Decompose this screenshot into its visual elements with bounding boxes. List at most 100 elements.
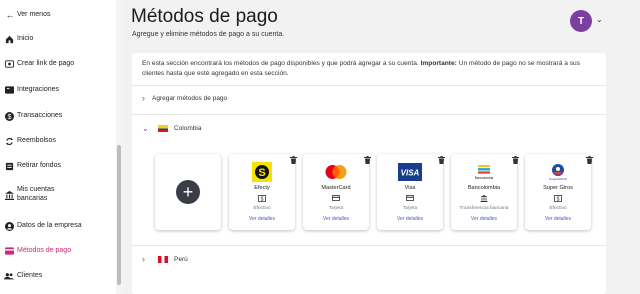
payment-method-name: Efecty <box>254 185 270 191</box>
sidebar-item-label: Inicio <box>17 35 34 42</box>
bank-icon <box>4 190 14 200</box>
chevron-down-icon[interactable]: ⌄ <box>596 15 603 24</box>
payment-method-name: Super Giros <box>543 185 573 191</box>
payment-method-type: Tarjeta <box>402 206 418 211</box>
divider <box>132 245 606 246</box>
plus-icon: + <box>176 180 200 204</box>
sidebar-item-reembolsos[interactable]: Reembolsos <box>0 135 114 147</box>
payment-methods-icon <box>4 246 14 256</box>
payment-method-type: Efectivo <box>253 206 271 211</box>
refunds-icon <box>4 136 14 146</box>
payment-method-name: Bancolombia <box>467 185 501 191</box>
chevron-right-icon: › <box>142 254 145 264</box>
sidebar-scrollbar-thumb[interactable] <box>117 145 121 285</box>
sidebar-item-label: Integraciones <box>17 86 60 93</box>
trash-icon[interactable] <box>363 156 371 165</box>
payment-methods-card: En esta sección encontrará los métodos d… <box>132 53 606 294</box>
payment-method-name: MasterCard <box>321 185 351 191</box>
company-icon <box>4 221 14 231</box>
arrow-left-icon: ← <box>5 10 15 20</box>
peru-flag-icon <box>158 255 168 263</box>
info-text-part1: En esta sección encontrará los métodos d… <box>142 60 421 67</box>
ver-detalles-link[interactable]: Ver detalles <box>303 216 369 222</box>
withdraw-icon <box>4 161 14 171</box>
divider <box>132 85 606 86</box>
sidebar-item-label: Métodos de pago <box>17 247 72 254</box>
sidebar-item-datos-empresa[interactable]: Datos de la empresa <box>0 220 114 232</box>
payment-method-card-visa: VISA Visa Tarjeta Ver detalles <box>377 154 445 230</box>
sidebar-item-mis-cuentas[interactable]: Mis cuentas bancarias <box>0 185 114 205</box>
chevron-right-icon: › <box>142 93 145 103</box>
page-title: Métodos de pago <box>131 6 278 27</box>
super-giros-logo-icon: SuperGIROS <box>546 162 570 182</box>
chevron-down-icon: ⌄ <box>142 123 149 133</box>
payment-method-card-mastercard: MasterCard Tarjeta Ver detalles <box>303 154 371 230</box>
avatar[interactable]: T <box>570 10 592 32</box>
avatar-initial: T <box>577 15 585 27</box>
bank-icon <box>480 195 488 202</box>
trash-icon[interactable] <box>585 156 593 165</box>
info-important: Importante: <box>420 60 457 67</box>
accordion-agregar-metodos[interactable]: › Agregar métodos de pago <box>142 92 227 104</box>
ver-detalles-link[interactable]: Ver detalles <box>451 216 517 222</box>
trash-icon[interactable] <box>437 156 445 165</box>
cash-icon: $ <box>554 195 562 203</box>
svg-text:S: S <box>258 167 265 179</box>
sidebar-item-integraciones[interactable]: Integraciones <box>0 84 114 96</box>
sidebar-item-clientes[interactable]: Clientes <box>0 270 114 282</box>
sidebar-item-label: Transacciones <box>17 112 63 119</box>
sidebar-item-label: Clientes <box>17 272 43 279</box>
payment-link-icon <box>4 59 14 69</box>
sidebar-item-label-line2: bancarias <box>17 195 48 202</box>
ver-detalles-link[interactable]: Ver detalles <box>377 216 443 222</box>
divider <box>132 114 606 115</box>
payment-method-type: Efectivo <box>549 206 567 211</box>
sidebar-item-label: Reembolsos <box>17 137 56 144</box>
sidebar-item-metodos-pago[interactable]: Métodos de pago <box>0 245 114 257</box>
ver-menos-label: Ver menos <box>17 11 51 18</box>
home-icon <box>4 34 14 44</box>
visa-logo-icon: VISA <box>398 162 422 182</box>
sidebar-item-crear-link[interactable]: Crear link de pago <box>0 58 114 70</box>
colombia-flag-icon <box>158 124 168 132</box>
cash-icon: $ <box>258 195 266 203</box>
main-content: Métodos de pago Agregue y elimine método… <box>122 0 640 294</box>
integrations-icon <box>4 85 14 95</box>
accordion-label: Colombia <box>174 124 202 132</box>
transactions-icon: $ <box>4 111 14 121</box>
payment-method-type: Tarjeta <box>328 206 344 211</box>
accordion-colombia[interactable]: ⌄ Colombia <box>142 122 201 134</box>
payment-method-card-bancolombia: Bancolombia Bancolombia Transferencia ba… <box>451 154 519 230</box>
payment-method-type: Transferencia bancaria <box>459 206 509 211</box>
sidebar-item-label: Mis cuentas <box>17 186 55 193</box>
sidebar-item-inicio[interactable]: Inicio <box>0 33 114 45</box>
svg-text:Bancolombia: Bancolombia <box>475 176 494 180</box>
payment-method-name: Visa <box>404 185 416 191</box>
svg-text:$: $ <box>557 197 560 202</box>
svg-text:VISA: VISA <box>401 169 420 178</box>
page-subtitle: Agregue y elimine métodos de pago a su c… <box>132 31 285 38</box>
sidebar-item-label: Datos de la empresa <box>17 222 82 229</box>
clients-icon <box>4 271 14 281</box>
card-icon <box>406 195 414 202</box>
svg-text:SuperGIROS: SuperGIROS <box>549 177 567 181</box>
add-payment-method-tile[interactable]: + <box>155 154 221 230</box>
card-icon <box>332 195 340 202</box>
accordion-peru[interactable]: › Perú <box>142 253 188 265</box>
payment-method-card-super-giros: SuperGIROS Super Giros $ Efectivo Ver de… <box>525 154 593 230</box>
trash-icon[interactable] <box>289 156 297 165</box>
efecty-logo-icon: S <box>250 162 274 182</box>
svg-text:$: $ <box>261 197 264 202</box>
sidebar-item-transacciones[interactable]: $ Transacciones <box>0 110 114 122</box>
sidebar-item-label: Crear link de pago <box>17 60 75 67</box>
accordion-label: Perú <box>174 255 188 263</box>
mastercard-logo-icon <box>324 162 348 182</box>
trash-icon[interactable] <box>511 156 519 165</box>
info-text: En esta sección encontrará los métodos d… <box>142 59 598 79</box>
sidebar: ← Ver menos Inicio Crear link de pago In… <box>0 0 116 294</box>
ver-detalles-link[interactable]: Ver detalles <box>229 216 295 222</box>
sidebar-item-retirar-fondos[interactable]: Retirar fondos <box>0 160 114 172</box>
ver-menos-button[interactable]: ← Ver menos <box>0 9 114 21</box>
bancolombia-logo-icon: Bancolombia <box>472 162 496 182</box>
ver-detalles-link[interactable]: Ver detalles <box>525 216 591 222</box>
